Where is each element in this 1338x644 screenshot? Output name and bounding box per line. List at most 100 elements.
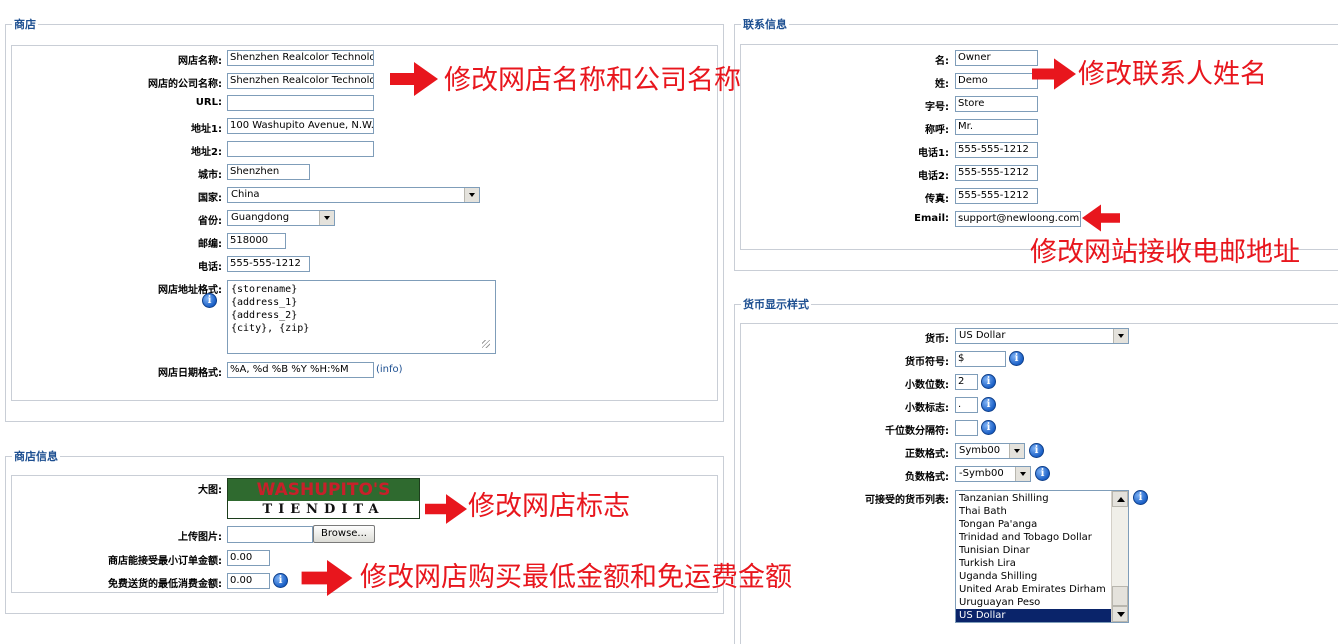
arrow-left-icon	[1082, 204, 1120, 232]
list-item[interactable]: Tongan Pa'anga	[956, 518, 1112, 531]
address2-label: 地址2:	[191, 147, 222, 158]
chevron-down-icon[interactable]	[319, 211, 334, 225]
email-label: Email:	[914, 213, 949, 224]
currency-label: 货币:	[925, 334, 949, 345]
url-input[interactable]	[227, 95, 374, 111]
phone-label: 电话:	[198, 262, 222, 273]
info-icon[interactable]: i	[273, 573, 288, 588]
negative-format-label: 负数格式:	[905, 472, 949, 483]
store-name-label: 网店名称:	[178, 56, 222, 67]
currency-select[interactable]: US Dollar	[955, 328, 1129, 344]
list-item[interactable]: Thai Bath	[956, 505, 1112, 518]
accepted-currencies-label: 可接受的货币列表:	[865, 495, 949, 506]
city-label: 城市:	[198, 170, 222, 181]
province-select-value: Guangdong	[231, 212, 290, 223]
decimal-separator-label: 小数标志:	[905, 403, 949, 414]
address1-input[interactable]: 100 Washupito Avenue, N.W.	[227, 118, 374, 134]
phone2-input[interactable]: 555-555-1212	[955, 165, 1038, 181]
info-icon[interactable]: i	[1029, 443, 1044, 458]
negative-format-value: -Symb00	[959, 468, 1004, 479]
fax-input[interactable]: 555-555-1212	[955, 188, 1038, 204]
annotation-contact-name: 修改联系人姓名	[1078, 59, 1267, 90]
free-shipping-label: 免费送货的最低消费金额:	[108, 579, 222, 590]
info-icon[interactable]: i	[202, 293, 217, 308]
province-select[interactable]: Guangdong	[227, 210, 335, 226]
scroll-down-icon[interactable]	[1112, 606, 1128, 622]
min-order-input[interactable]: 0.00	[227, 550, 270, 566]
contact-legend: 联系信息	[743, 18, 787, 31]
address-format-textarea[interactable]: {storename} {address_1} {address_2} {cit…	[227, 280, 496, 354]
address1-label: 地址1:	[191, 124, 222, 135]
store-legend: 商店	[14, 18, 36, 31]
list-item[interactable]: Uruguayan Peso	[956, 596, 1112, 609]
company-name-input[interactable]: Shenzhen Realcolor Technolog	[227, 73, 374, 89]
arrow-right-icon	[301, 560, 353, 596]
phone-input[interactable]: 555-555-1212	[227, 256, 310, 272]
store-name-input[interactable]: Shenzhen Realcolor Technolog	[227, 50, 374, 66]
first-name-label: 名:	[935, 56, 949, 67]
scroll-up-icon[interactable]	[1112, 491, 1128, 507]
upload-file-input[interactable]	[227, 526, 313, 543]
chevron-down-icon[interactable]	[464, 188, 479, 202]
annotation-logo: 修改网店标志	[468, 491, 630, 522]
date-format-input[interactable]: %A, %d %B %Y %H:%M	[227, 362, 374, 378]
info-icon[interactable]: i	[1009, 351, 1024, 366]
zip-label: 邮编:	[198, 239, 222, 250]
list-item[interactable]: Tanzanian Shilling	[956, 492, 1112, 505]
info-icon[interactable]: i	[981, 420, 996, 435]
currency-legend: 货币显示样式	[743, 298, 809, 311]
fax-label: 传真:	[925, 194, 949, 205]
date-format-info-link[interactable]: (info)	[376, 364, 403, 375]
date-format-label: 网店日期格式:	[158, 368, 222, 379]
arrow-right-icon	[1032, 58, 1076, 90]
city-input[interactable]: Shenzhen	[227, 164, 310, 180]
phone1-label: 电话1:	[918, 148, 949, 159]
decimals-input[interactable]: 2	[955, 374, 978, 390]
title-label: 称呼:	[925, 125, 949, 136]
first-name-input[interactable]: Owner	[955, 50, 1038, 66]
store-logo-text-top: WASHUPITO'S	[228, 479, 419, 501]
middle-name-input[interactable]: Store	[955, 96, 1038, 112]
chevron-down-icon[interactable]	[1113, 329, 1128, 343]
list-item[interactable]: United Arab Emirates Dirham	[956, 583, 1112, 596]
address2-input[interactable]	[227, 141, 374, 157]
accepted-currencies-listbox[interactable]: Tanzanian Shilling Thai Bath Tongan Pa'a…	[955, 490, 1129, 623]
free-shipping-input[interactable]: 0.00	[227, 573, 270, 589]
info-icon[interactable]: i	[1133, 490, 1148, 505]
chevron-down-icon[interactable]	[1009, 444, 1024, 458]
list-item[interactable]: Tunisian Dinar	[956, 544, 1112, 557]
browse-button[interactable]: Browse...	[313, 525, 375, 543]
zip-input[interactable]: 518000	[227, 233, 286, 249]
list-item[interactable]: Trinidad and Tobago Dollar	[956, 531, 1112, 544]
store-info-legend: 商店信息	[14, 450, 58, 463]
thousands-separator-input[interactable]	[955, 420, 978, 436]
email-input[interactable]: support@newloong.com	[955, 211, 1081, 227]
middle-name-label: 字号:	[925, 102, 949, 113]
accepted-currencies-options: Tanzanian Shilling Thai Bath Tongan Pa'a…	[956, 492, 1112, 622]
chevron-down-icon[interactable]	[1015, 467, 1030, 481]
title-input[interactable]: Mr.	[955, 119, 1038, 135]
decimal-separator-input[interactable]: .	[955, 397, 978, 413]
list-item-selected[interactable]: US Dollar	[956, 609, 1112, 622]
list-item[interactable]: Uganda Shilling	[956, 570, 1112, 583]
list-item[interactable]: Turkish Lira	[956, 557, 1112, 570]
last-name-input[interactable]: Demo	[955, 73, 1038, 89]
negative-format-select[interactable]: -Symb00	[955, 466, 1031, 482]
country-select[interactable]: China	[227, 187, 480, 203]
info-icon[interactable]: i	[981, 397, 996, 412]
resize-handle-icon[interactable]	[482, 340, 490, 348]
store-logo-text-bottom: TIENDITA	[228, 501, 419, 518]
arrow-right-icon	[425, 494, 467, 524]
positive-format-select[interactable]: Symb00	[955, 443, 1025, 459]
min-order-label: 商店能接受最小订单金额:	[108, 556, 222, 567]
annotation-amounts: 修改网店购买最低金额和免运费金额	[360, 562, 792, 593]
info-icon[interactable]: i	[981, 374, 996, 389]
currency-symbol-input[interactable]: $	[955, 351, 1006, 367]
scroll-thumb[interactable]	[1112, 586, 1128, 606]
logo-label: 大图:	[198, 485, 222, 496]
store-logo: WASHUPITO'S TIENDITA	[227, 478, 420, 519]
currency-select-value: US Dollar	[959, 330, 1006, 341]
listbox-scrollbar[interactable]	[1111, 491, 1128, 622]
info-icon[interactable]: i	[1035, 466, 1050, 481]
phone1-input[interactable]: 555-555-1212	[955, 142, 1038, 158]
